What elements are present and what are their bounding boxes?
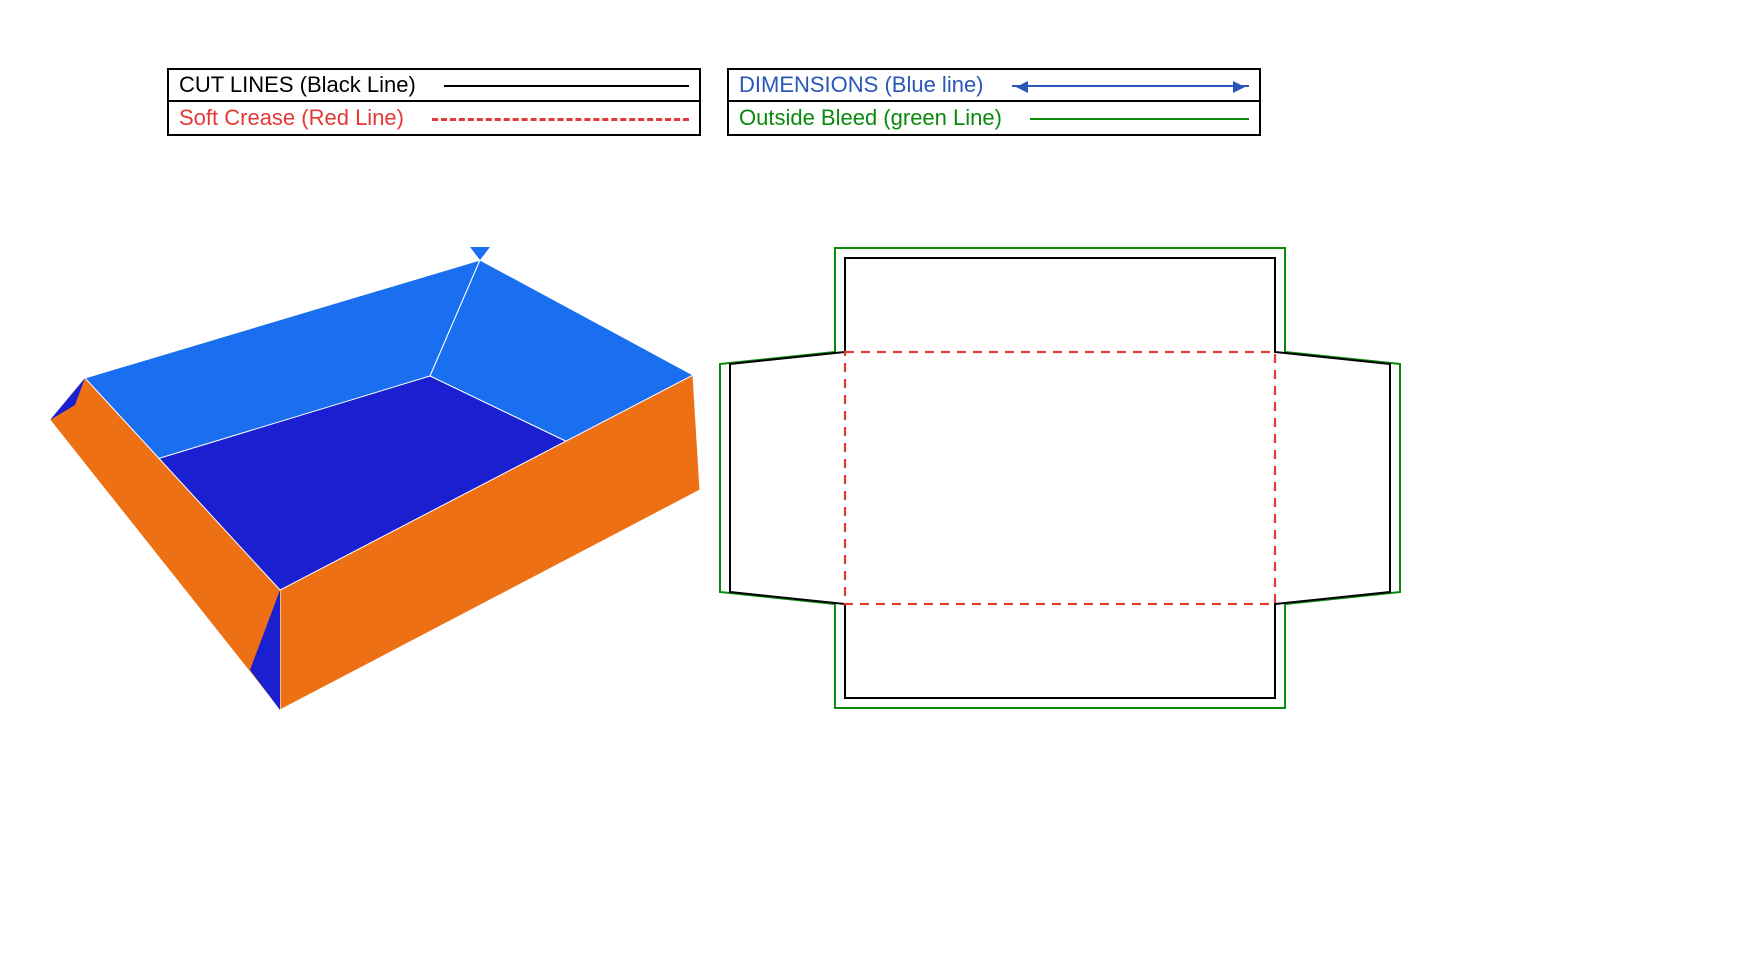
dieline [0, 0, 1420, 760]
dieline-cut-outline [730, 258, 1390, 698]
dieline-bleed-outline [720, 248, 1400, 708]
dieline-crease-rect [845, 352, 1275, 604]
